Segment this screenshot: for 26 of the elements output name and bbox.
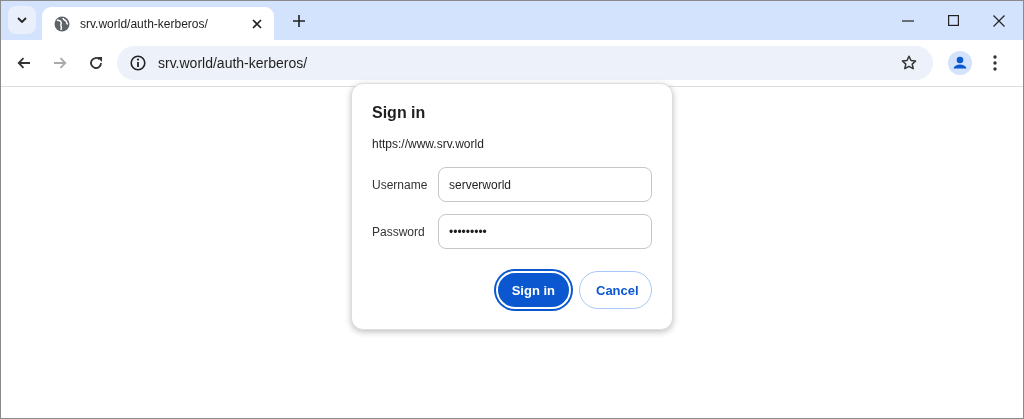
reload-icon[interactable] — [89, 56, 103, 70]
menu-icon[interactable] — [993, 55, 997, 71]
sign-in-button[interactable]: Sign in — [495, 271, 571, 309]
cancel-button[interactable]: Cancel — [579, 271, 652, 309]
maximize-icon[interactable] — [948, 15, 959, 26]
info-icon[interactable] — [130, 55, 146, 71]
field-label: Password — [372, 224, 426, 239]
input-field[interactable]: ••••••••• — [438, 214, 652, 249]
chevron-down-icon — [17, 16, 27, 23]
browser-tab[interactable]: srv.world/auth-kerberos/ — [42, 7, 274, 40]
tab-title: srv.world/auth-kerberos/ — [80, 16, 209, 31]
close-tab-icon[interactable] — [252, 18, 262, 29]
tab-search-button[interactable] — [8, 5, 36, 34]
input-field[interactable]: serverworld — [438, 167, 652, 202]
back-icon[interactable] — [17, 57, 31, 69]
profile-icon[interactable] — [948, 51, 972, 75]
new-tab-icon[interactable] — [293, 14, 305, 27]
minimize-icon[interactable] — [902, 19, 914, 22]
close-window-icon[interactable] — [993, 14, 1005, 27]
star-icon[interactable] — [901, 55, 917, 71]
dialog-title: Sign in — [372, 104, 427, 122]
address-bar[interactable]: srv.world/auth-kerberos/ — [117, 46, 933, 80]
globe-icon — [54, 15, 70, 32]
origin-text: https://www.srv.world — [372, 137, 485, 151]
field-label: Username — [372, 177, 429, 192]
url-text: srv.world/auth-kerberos/ — [158, 55, 308, 71]
